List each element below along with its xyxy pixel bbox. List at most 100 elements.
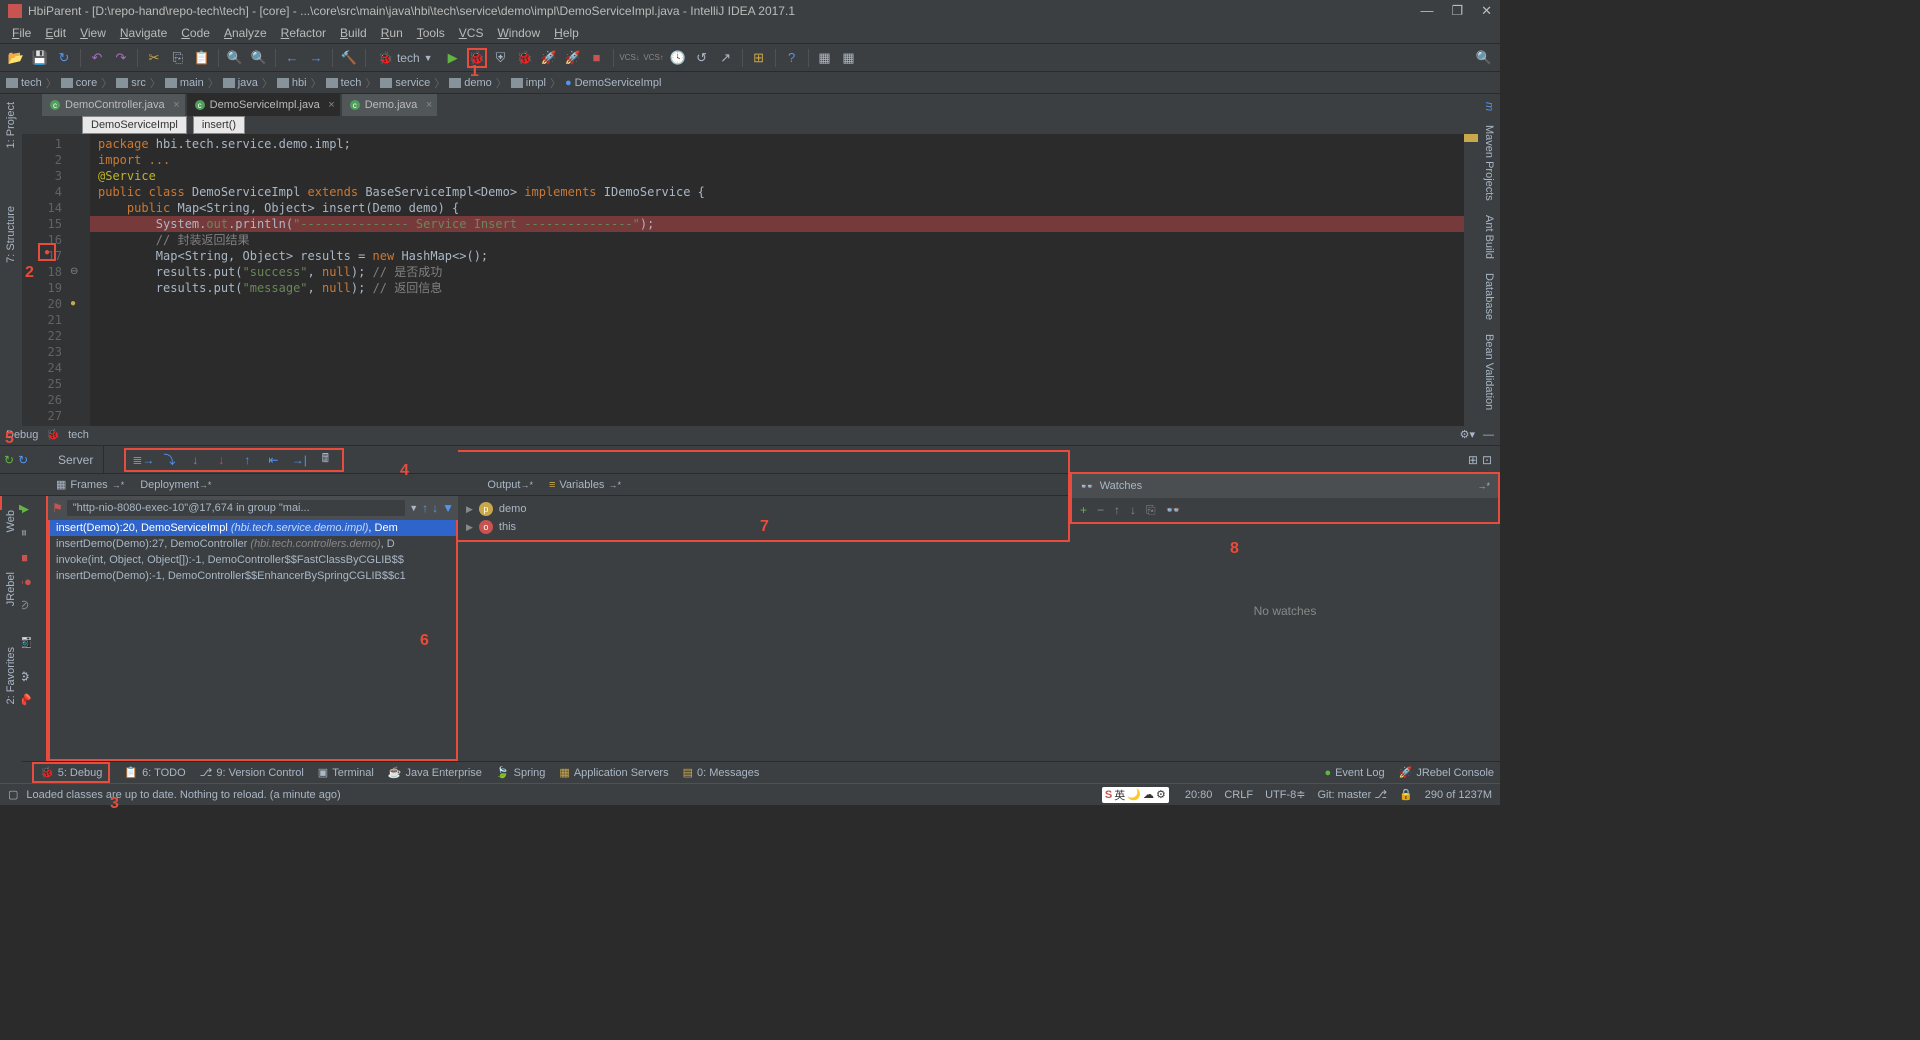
- menu-vcs[interactable]: VCS: [453, 24, 490, 42]
- menu-tools[interactable]: Tools: [411, 24, 451, 42]
- run-to-cursor-icon[interactable]: →|: [288, 449, 310, 471]
- close-tab-icon[interactable]: ×: [328, 99, 334, 111]
- jrebel-console-button[interactable]: 🚀JRebel Console: [1399, 766, 1494, 779]
- menu-edit[interactable]: Edit: [39, 24, 72, 42]
- jrebel-debug-icon[interactable]: 🚀: [563, 48, 583, 68]
- search-everywhere-icon[interactable]: 🔍: [1474, 48, 1494, 68]
- close-button[interactable]: ✕: [1481, 3, 1492, 19]
- breadcrumb-item[interactable]: ● DemoServiceImpl: [565, 77, 661, 89]
- minimize-button[interactable]: —: [1420, 3, 1433, 19]
- menu-build[interactable]: Build: [334, 24, 373, 42]
- show-watches-icon[interactable]: 👓: [1166, 503, 1181, 517]
- redo-icon[interactable]: ↷: [111, 48, 131, 68]
- run-config-selector[interactable]: 🐞 tech ▼: [372, 51, 439, 65]
- nav-method[interactable]: insert(): [193, 116, 245, 134]
- remove-watch-icon[interactable]: −: [1097, 503, 1104, 517]
- breadcrumb-item[interactable]: tech: [326, 77, 362, 89]
- next-frame-icon[interactable]: ↓: [432, 501, 438, 515]
- profile-icon[interactable]: 🐞: [515, 48, 535, 68]
- replace-icon[interactable]: 🔍: [249, 48, 269, 68]
- variables-list[interactable]: ▶pdemo▶othis: [458, 496, 1068, 540]
- close-tab-icon[interactable]: ×: [173, 99, 179, 111]
- drop-frame-icon[interactable]: ⇤: [262, 449, 284, 471]
- filter-frames-icon[interactable]: ▼: [442, 501, 454, 515]
- vcs-commit-icon[interactable]: VCS↑: [644, 48, 664, 68]
- back-icon[interactable]: ←: [282, 48, 302, 68]
- restore-layout-icon[interactable]: ⊡: [1482, 453, 1492, 467]
- breadcrumb-item[interactable]: service: [380, 77, 430, 89]
- jrebel-tool-button[interactable]: JRebel: [5, 572, 17, 606]
- jrebel-icon[interactable]: ▦: [815, 48, 835, 68]
- vcs-tool-button[interactable]: ⎇9: Version Control: [200, 766, 304, 779]
- variable-item[interactable]: ▶pdemo: [466, 500, 1060, 518]
- encoding[interactable]: UTF-8≑: [1265, 788, 1305, 801]
- bean-validation-tool-button[interactable]: Bean Validation: [1483, 330, 1495, 414]
- lock-icon[interactable]: 🔒: [1399, 788, 1413, 801]
- sync-icon[interactable]: ↻: [54, 48, 74, 68]
- favorites-tool-button[interactable]: 2: Favorites: [5, 647, 17, 704]
- breadcrumb-item[interactable]: tech: [6, 77, 42, 89]
- debug-icon[interactable]: 🐞: [467, 48, 487, 68]
- watches-collapse-icon[interactable]: →*: [1477, 481, 1490, 491]
- frame-item[interactable]: insertDemo(Demo):-1, DemoController$$Enh…: [50, 568, 456, 584]
- nav-class[interactable]: DemoServiceImpl: [82, 116, 187, 134]
- save-icon[interactable]: 💾: [30, 48, 50, 68]
- vcs-history-icon[interactable]: 🕓: [668, 48, 688, 68]
- layout-icon[interactable]: ⊞: [1468, 453, 1478, 467]
- minimize-panel-icon[interactable]: —: [1483, 429, 1494, 441]
- add-watch-icon[interactable]: +: [1080, 503, 1087, 517]
- breadcrumb-item[interactable]: demo: [449, 77, 492, 89]
- menu-code[interactable]: Code: [175, 24, 216, 42]
- update-icon[interactable]: ↻: [18, 453, 28, 467]
- step-over-icon[interactable]: ⤵: [158, 449, 180, 471]
- code-area[interactable]: package hbi.tech.service.demo.impl;impor…: [90, 134, 1464, 426]
- thread-selector[interactable]: "http-nio-8080-exec-10"@17,674 in group …: [67, 500, 405, 516]
- frames-list[interactable]: insert(Demo):20, DemoServiceImpl (hbi.te…: [48, 520, 458, 761]
- breadcrumb-item[interactable]: main: [165, 77, 204, 89]
- event-log-button[interactable]: ●Event Log: [1324, 767, 1384, 779]
- editor-scrollbar[interactable]: [1464, 134, 1478, 426]
- undo-icon[interactable]: ↶: [87, 48, 107, 68]
- breadcrumb-item[interactable]: java: [223, 77, 258, 89]
- breadcrumb-item[interactable]: src: [116, 77, 146, 89]
- memory-indicator[interactable]: 290 of 1237M: [1425, 789, 1492, 801]
- copy-watch-icon[interactable]: ⎘: [1146, 503, 1156, 518]
- build-icon[interactable]: 🔨: [339, 48, 359, 68]
- web-tool-button[interactable]: Web: [5, 510, 17, 532]
- rerun-icon[interactable]: ↻: [4, 453, 14, 467]
- git-branch[interactable]: Git: master ⎇: [1317, 788, 1387, 801]
- java-ee-tool-button[interactable]: ☕Java Enterprise: [388, 766, 482, 779]
- toggle-tools-icon[interactable]: ▢: [8, 788, 18, 801]
- vcs-update-icon[interactable]: VCS↓: [620, 48, 640, 68]
- ime-indicator[interactable]: S英🌙☁⚙: [1102, 787, 1169, 803]
- menu-refactor[interactable]: Refactor: [275, 24, 332, 42]
- menu-window[interactable]: Window: [491, 24, 546, 42]
- maven-tool-label[interactable]: Maven Projects: [1483, 121, 1495, 205]
- server-tab[interactable]: Server: [48, 446, 104, 473]
- menu-navigate[interactable]: Navigate: [114, 24, 173, 42]
- step-into-icon[interactable]: ↓: [184, 449, 206, 471]
- frame-item[interactable]: insertDemo(Demo):27, DemoController (hbi…: [50, 536, 456, 552]
- frame-item[interactable]: invoke(int, Object, Object[]):-1, DemoCo…: [50, 552, 456, 568]
- frames-tab[interactable]: ▦Frames→*: [48, 478, 132, 491]
- messages-tool-button[interactable]: ▤0: Messages: [683, 766, 760, 779]
- maximize-button[interactable]: ❐: [1451, 3, 1463, 19]
- help-icon[interactable]: ?: [782, 48, 802, 68]
- todo-tool-button[interactable]: 📋6: TODO: [124, 766, 185, 779]
- database-tool-button[interactable]: Database: [1483, 269, 1495, 324]
- project-tool-button[interactable]: 1: Project: [5, 98, 17, 152]
- terminal-tool-button[interactable]: ▣Terminal: [318, 766, 374, 779]
- maven-tool-button[interactable]: m: [1483, 98, 1495, 115]
- show-execution-icon[interactable]: ≣→: [132, 449, 154, 471]
- breadcrumb-item[interactable]: impl: [511, 77, 546, 89]
- breadcrumb-item[interactable]: core: [61, 77, 97, 89]
- forward-icon[interactable]: →: [306, 48, 326, 68]
- open-icon[interactable]: 📂: [6, 48, 26, 68]
- structure-icon[interactable]: ⊞: [749, 48, 769, 68]
- structure-tool-button[interactable]: 7: Structure: [5, 202, 17, 267]
- deployment-tab[interactable]: Deployment→*: [132, 479, 219, 491]
- variable-item[interactable]: ▶othis: [466, 518, 1060, 536]
- frame-item[interactable]: insert(Demo):20, DemoServiceImpl (hbi.te…: [50, 520, 456, 536]
- line-separator[interactable]: CRLF: [1224, 789, 1253, 801]
- vcs-revert-icon[interactable]: ↺: [692, 48, 712, 68]
